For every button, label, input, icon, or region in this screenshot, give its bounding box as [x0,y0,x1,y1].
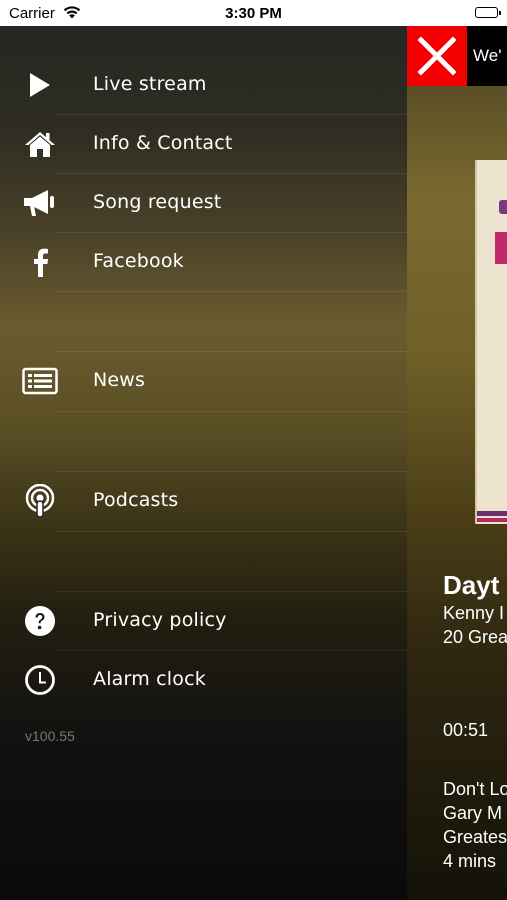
app-version: v100.55 [25,728,75,744]
clock-time: 3:30 PM [225,5,282,22]
menu-item-facebook[interactable]: Facebook [0,233,407,291]
close-button[interactable] [407,26,467,86]
facebook-icon [20,242,60,282]
home-icon [20,124,60,164]
now-playing-artist: Kenny I [443,603,505,623]
menu-item-label: Info & Contact [93,132,233,154]
up-next-length: 4 mins [443,851,497,871]
menu-item-label: Alarm clock [93,668,206,690]
clock-icon [20,660,60,700]
close-icon [417,36,457,76]
elapsed-time: 00:51 [443,720,489,740]
megaphone-icon [20,183,60,223]
side-menu: Live stream Info & Contact Song request [0,26,407,900]
status-bar: Carrier 3:30 PM [0,0,507,26]
podcast-icon [20,481,60,521]
menu-item-podcasts[interactable]: Podcasts [0,472,407,530]
menu-item-info-contact[interactable]: Info & Contact [0,115,407,173]
menu-item-privacy-policy[interactable]: Privacy policy [0,592,407,650]
up-next-artist: Gary M [443,803,503,823]
menu-item-alarm-clock[interactable]: Alarm clock [0,651,407,709]
menu-item-label: Podcasts [93,489,179,511]
menu-item-label: News [93,369,146,391]
menu-item-song-request[interactable]: Song request [0,174,407,232]
menu-item-live-stream[interactable]: Live stream [0,56,407,114]
battery-icon [475,7,501,18]
menu-item-news[interactable]: News [0,352,407,410]
player-panel: We' Dayt Kenny I 20 Grea 00:51 Don't Lo … [407,26,507,900]
up-next-album: Greates [443,827,507,847]
menu-item-label: Live stream [93,73,207,95]
now-playing-title: Dayt [443,570,500,600]
play-icon [20,65,60,105]
up-next-title: Don't Lo [443,779,507,799]
menu-divider [56,531,407,532]
question-icon [20,601,60,641]
album-art [475,160,507,524]
menu-item-label: Facebook [93,250,184,272]
news-icon [20,361,60,401]
now-playing-album: 20 Grea [443,627,507,647]
menu-item-label: Privacy policy [93,609,227,631]
menu-item-label: Song request [93,191,222,213]
promo-banner[interactable]: We' [467,26,507,86]
menu-divider [56,291,407,292]
menu-divider [56,411,407,412]
